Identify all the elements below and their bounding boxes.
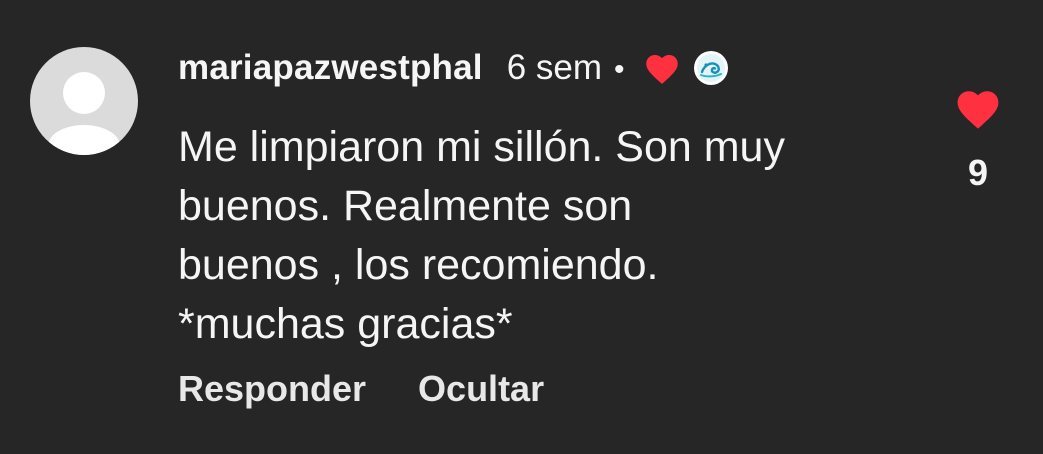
comment-line: Me limpiaron mi sillón. Son muy	[178, 123, 785, 171]
comment-timestamp[interactable]: 6 sem	[507, 48, 602, 88]
comment-line: buenos , los recomiendo.	[178, 241, 659, 289]
comment-actions: Responder Ocultar	[178, 368, 544, 410]
comment-text: Me limpiaron mi sillón. Son muy buenos. …	[178, 118, 918, 354]
heart-icon[interactable]	[953, 86, 1003, 130]
creator-avatar-icon	[693, 51, 728, 85]
comment-line: *muchas gracias*	[178, 300, 513, 348]
like-control: 9	[952, 86, 1004, 194]
like-count[interactable]: 9	[952, 152, 1004, 194]
separator-dot: •	[614, 53, 625, 86]
comment-header: mariapazwestphal 6 sem •	[178, 44, 729, 92]
username-link[interactable]: mariapazwestphal	[178, 48, 483, 88]
author-liked-heart-icon	[645, 55, 678, 84]
default-avatar-icon	[48, 72, 120, 155]
reply-button[interactable]: Responder	[178, 368, 366, 410]
comment-line: buenos. Realmente son	[178, 182, 633, 230]
hide-button[interactable]: Ocultar	[418, 368, 544, 410]
avatar[interactable]	[30, 47, 138, 155]
